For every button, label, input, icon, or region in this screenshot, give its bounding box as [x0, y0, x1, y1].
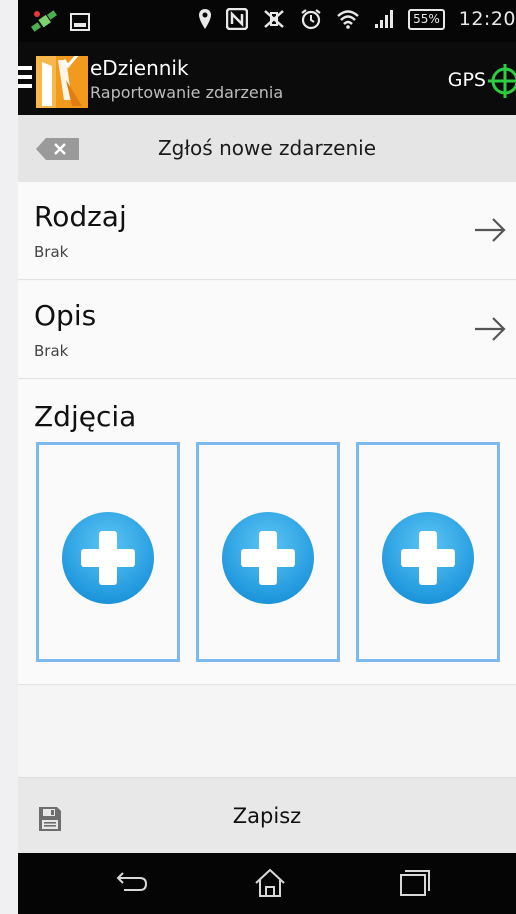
wifi-icon [337, 10, 359, 29]
crosshair-icon[interactable] [486, 62, 516, 100]
app-logo-icon[interactable] [36, 56, 88, 108]
action-bar: eDziennik Raportowanie zdarzenia GPS [18, 42, 516, 115]
form-title: Zgłoś nowe zdarzenie [157, 136, 377, 160]
field-label: Opis [34, 299, 97, 332]
photo-slot-2[interactable] [196, 442, 340, 662]
app-subtitle: Raportowanie zdarzenia [90, 83, 284, 102]
recent-apps-icon[interactable] [394, 866, 434, 900]
photo-slot-1[interactable] [36, 442, 180, 662]
plus-circle-icon[interactable] [381, 511, 475, 605]
arrow-right-icon [475, 317, 506, 341]
nfc-icon [226, 8, 249, 30]
battery-indicator: 55% [408, 8, 445, 30]
backspace-icon[interactable] [36, 137, 80, 161]
alarm-clock-icon [301, 9, 321, 30]
vibrate-off-icon [264, 10, 284, 28]
plus-circle-icon[interactable] [61, 511, 155, 605]
photos-section: Zdjęcia [18, 380, 516, 685]
status-bar-left [30, 10, 90, 34]
status-bar: 55% 12:20 [18, 0, 516, 42]
status-bar-right: 55% 12:20 [198, 8, 516, 30]
image-notification-icon [70, 13, 90, 31]
field-row-rodzaj[interactable]: Rodzaj Brak [18, 182, 516, 280]
signal-icon [375, 10, 394, 28]
form-header: Zgłoś nowe zdarzenie [18, 115, 516, 182]
menu-icon[interactable] [18, 66, 32, 92]
location-pin-icon [199, 9, 212, 29]
empty-area [18, 685, 516, 777]
photo-slot-3[interactable] [356, 442, 500, 662]
back-arrow-icon[interactable] [110, 866, 150, 900]
gps-label[interactable]: GPS [448, 68, 486, 92]
home-icon[interactable] [250, 866, 290, 900]
field-label: Rodzaj [34, 200, 127, 233]
field-value: Brak [34, 342, 69, 360]
photos-label: Zdjęcia [34, 400, 137, 433]
satellite-icon [31, 10, 57, 32]
save-label: Zapisz [232, 804, 302, 828]
save-button[interactable]: Zapisz [18, 777, 516, 853]
field-value: Brak [34, 243, 69, 261]
phone-screen: 55% 12:20 eDziennik Raportowanie zdarzen… [18, 0, 516, 914]
status-clock: 12:20 [458, 8, 516, 30]
system-nav-bar [18, 853, 516, 914]
plus-circle-icon[interactable] [221, 511, 315, 605]
field-row-opis[interactable]: Opis Brak [18, 281, 516, 379]
app-title: eDziennik [90, 56, 189, 80]
floppy-disk-icon [39, 807, 61, 831]
arrow-right-icon [475, 218, 506, 242]
